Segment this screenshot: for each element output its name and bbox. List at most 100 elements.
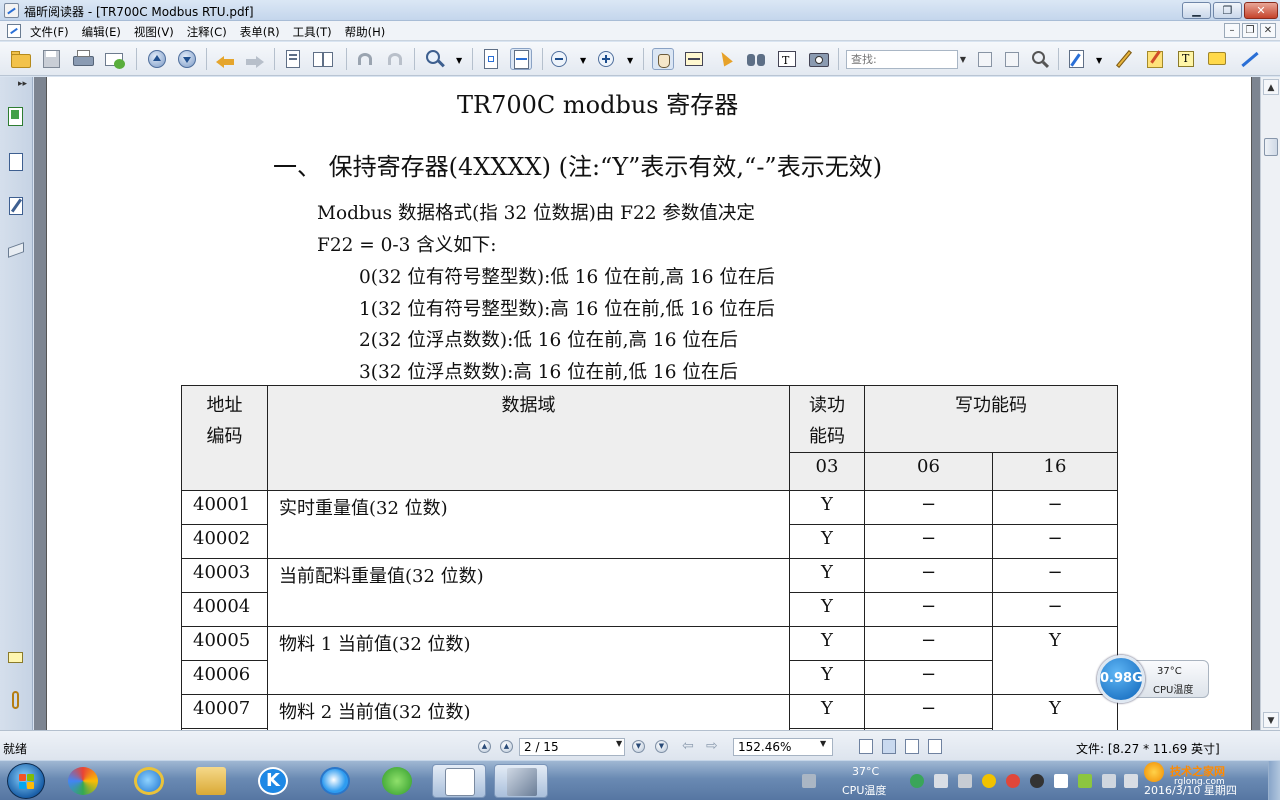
forward-arrow-icon[interactable] (244, 48, 266, 70)
print-icon[interactable] (72, 48, 94, 70)
prev-page-icon[interactable]: ▲ (500, 740, 513, 753)
taskbar-internet-explorer[interactable] (122, 764, 176, 798)
taskbar-file-explorer[interactable] (184, 764, 238, 798)
zoom-out-dropdown-icon[interactable]: ▼ (578, 48, 590, 70)
text-box-icon[interactable]: T (1175, 48, 1197, 70)
menu-help[interactable]: 帮助(H) (345, 24, 386, 40)
doc-restore-button[interactable]: ❐ (1242, 23, 1258, 38)
typewriter-icon[interactable]: T (776, 48, 798, 70)
menu-edit[interactable]: 编辑(E) (82, 24, 121, 40)
comment-tools-icon[interactable] (1066, 48, 1088, 70)
single-page-view-icon[interactable] (859, 739, 873, 754)
zoom-in-magnifier-icon[interactable] (424, 48, 446, 70)
single-page-icon[interactable] (282, 48, 304, 70)
qq-penguin-2-icon[interactable] (1030, 774, 1044, 788)
signatures-icon[interactable] (6, 195, 26, 217)
scroll-thumb[interactable] (1264, 138, 1278, 156)
cpu-monitor-widget[interactable]: 0.98G 37°C CPU温度 (1097, 655, 1209, 703)
vertical-scrollbar[interactable]: ▲ ▼ (1260, 77, 1280, 730)
tools-icon[interactable] (958, 774, 972, 788)
page-number-field[interactable]: 2 / 15 (519, 738, 625, 756)
document-viewport[interactable]: TR700C modbus 寄存器 一、 保持寄存器(4XXXX) (注:“Y”… (34, 77, 1260, 730)
panel-expand-icon[interactable]: ▸▸ (18, 79, 27, 89)
scroll-down-icon[interactable]: ▼ (1263, 712, 1279, 728)
volume-mute-icon[interactable] (1102, 774, 1116, 788)
doc-minimize-button[interactable]: – (1224, 23, 1240, 38)
search-magnifier-icon[interactable] (1029, 48, 1051, 70)
minimize-button[interactable]: ▁ (1182, 2, 1211, 19)
foxit-app-icon[interactable] (4, 3, 19, 18)
view-back-icon[interactable]: ⇦ (682, 738, 694, 754)
email-icon[interactable] (104, 48, 126, 70)
comment-dropdown-icon[interactable]: ▼ (1094, 48, 1106, 70)
continuous-facing-view-icon[interactable] (928, 739, 942, 754)
pencil-icon[interactable] (1113, 48, 1135, 70)
zoom-out-icon[interactable] (549, 48, 571, 70)
document-menu-icon[interactable] (7, 24, 21, 38)
facing-pages-icon[interactable] (312, 48, 334, 70)
back-arrow-icon[interactable] (214, 48, 236, 70)
find-binoculars-icon[interactable] (745, 48, 767, 70)
taskbar-app-colorful[interactable] (56, 764, 110, 798)
save-icon[interactable] (40, 48, 62, 70)
comments-panel-icon[interactable] (6, 649, 26, 671)
network-icon[interactable] (1078, 774, 1092, 788)
text-select-icon[interactable] (683, 48, 705, 70)
last-page-icon[interactable]: ▼ (655, 740, 668, 753)
start-button[interactable] (7, 763, 45, 799)
bookmarks-icon[interactable] (6, 105, 26, 127)
taskbar-k-app[interactable]: K (246, 764, 300, 798)
note-edit-icon[interactable] (1144, 48, 1166, 70)
hand-tool-icon[interactable] (652, 48, 674, 70)
menu-file[interactable]: 文件(F) (30, 24, 69, 40)
battery-icon[interactable] (1054, 774, 1068, 788)
clock-date[interactable]: 2016/3/10 星期四 (1144, 782, 1237, 798)
zoom-plus-dropdown-icon[interactable]: ▼ (625, 48, 637, 70)
continuous-view-icon[interactable] (882, 739, 896, 754)
next-page-icon[interactable] (176, 48, 198, 70)
security-shield-icon[interactable] (910, 774, 924, 788)
sticky-note-icon[interactable] (1206, 48, 1228, 70)
find-previous-icon[interactable] (974, 48, 996, 70)
find-dropdown-icon[interactable]: ▼ (958, 50, 968, 69)
menu-comment[interactable]: 注释(C) (187, 24, 227, 40)
menu-form[interactable]: 表单(R) (240, 24, 280, 40)
device-icon[interactable] (934, 774, 948, 788)
fit-width-icon[interactable] (510, 48, 532, 70)
zoom-field[interactable]: 152.46% (733, 738, 833, 756)
taskbar-refresh-app[interactable] (370, 764, 424, 798)
menu-view[interactable]: 视图(V) (134, 24, 174, 40)
undo-icon[interactable] (354, 48, 376, 70)
plus-app-icon[interactable] (982, 774, 996, 788)
arrow-tool-icon[interactable] (1238, 48, 1260, 70)
facing-view-icon[interactable] (905, 739, 919, 754)
menu-tools[interactable]: 工具(T) (293, 24, 332, 40)
find-next-icon[interactable] (1001, 48, 1023, 70)
taskbar-foxit-reader[interactable] (432, 764, 486, 798)
zoom-field-dropdown-icon[interactable]: ▼ (820, 739, 826, 748)
close-button[interactable]: ✕ (1244, 2, 1278, 19)
page-dropdown-icon[interactable]: ▼ (616, 739, 622, 748)
select-arrow-icon[interactable] (714, 48, 736, 70)
open-folder-icon[interactable] (10, 48, 32, 70)
fit-page-icon[interactable] (480, 48, 502, 70)
snapshot-camera-icon[interactable] (808, 48, 830, 70)
keyboard-icon[interactable] (802, 774, 816, 788)
find-input[interactable] (846, 50, 958, 69)
qq-penguin-icon[interactable] (1006, 774, 1020, 788)
redo-icon[interactable] (384, 48, 406, 70)
zoom-dropdown-chevron-icon[interactable]: ▼ (454, 48, 466, 70)
view-forward-icon[interactable]: ⇨ (706, 738, 718, 754)
scroll-up-icon[interactable]: ▲ (1263, 79, 1279, 95)
previous-page-icon[interactable] (146, 48, 168, 70)
next-page-status-icon[interactable]: ▼ (632, 740, 645, 753)
taskbar-browser-360[interactable] (308, 764, 362, 798)
doc-close-button[interactable]: ✕ (1260, 23, 1276, 38)
layers-icon[interactable] (6, 239, 26, 261)
tray-flag-icon[interactable] (1124, 774, 1138, 788)
pages-thumbnail-icon[interactable] (6, 151, 26, 173)
first-page-icon[interactable]: ▲ (478, 740, 491, 753)
maximize-button[interactable]: ❐ (1213, 2, 1242, 19)
zoom-plus-icon[interactable] (596, 48, 618, 70)
taskbar-image-viewer[interactable] (494, 764, 548, 798)
